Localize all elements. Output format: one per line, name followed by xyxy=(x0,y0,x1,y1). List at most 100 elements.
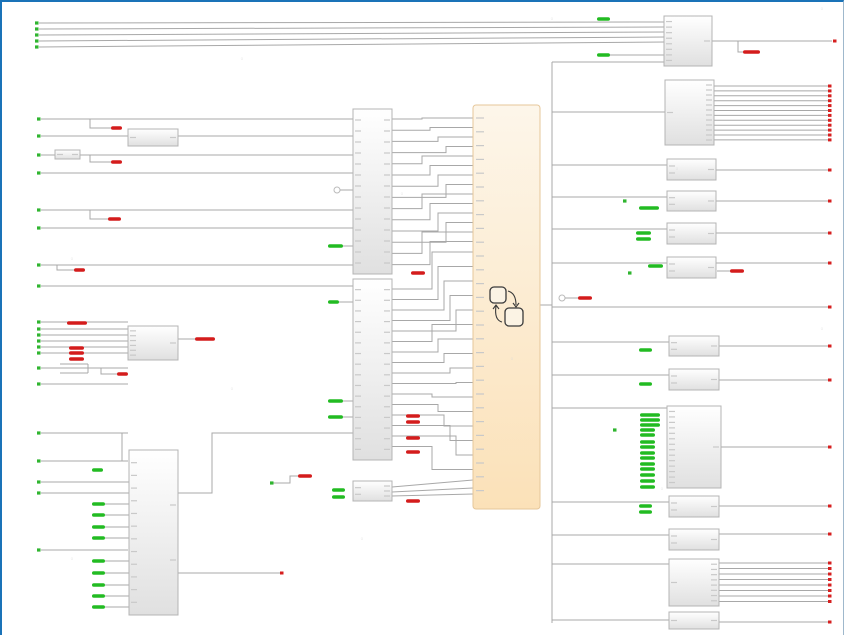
inport[interactable] xyxy=(35,33,39,37)
goto-tag[interactable] xyxy=(328,415,343,419)
goto-tag[interactable] xyxy=(92,536,105,540)
inport[interactable] xyxy=(37,333,41,337)
outport[interactable] xyxy=(828,620,832,624)
from-tag[interactable] xyxy=(406,414,420,418)
inport[interactable] xyxy=(37,284,41,288)
from-tag[interactable] xyxy=(743,50,760,54)
inport[interactable] xyxy=(37,320,41,324)
block-diagram[interactable]: ◦◦◦◦◦◦◦◦◦◦◦◦ xyxy=(2,2,844,637)
goto-tag[interactable] xyxy=(640,462,655,466)
from-tag[interactable] xyxy=(406,436,420,440)
goto-tag[interactable] xyxy=(640,485,655,489)
goto-tag[interactable] xyxy=(332,488,345,492)
goto-tag[interactable] xyxy=(92,468,103,472)
inport[interactable] xyxy=(37,345,41,349)
outport[interactable] xyxy=(828,94,832,98)
outport[interactable] xyxy=(828,168,832,172)
outport[interactable] xyxy=(828,99,832,103)
from-tag[interactable] xyxy=(730,269,744,273)
outport[interactable] xyxy=(828,305,832,309)
outport[interactable] xyxy=(280,571,284,575)
goto-tag[interactable] xyxy=(92,502,105,506)
from-tag[interactable] xyxy=(74,268,85,272)
inport[interactable] xyxy=(623,199,627,203)
inport[interactable] xyxy=(37,339,41,343)
outport[interactable] xyxy=(828,572,832,576)
inport[interactable] xyxy=(37,226,41,230)
outport[interactable] xyxy=(828,589,832,592)
goto-tag[interactable] xyxy=(92,605,105,609)
outport[interactable] xyxy=(828,578,832,581)
inport[interactable] xyxy=(37,327,41,331)
outport[interactable] xyxy=(828,344,832,348)
inport[interactable] xyxy=(37,263,41,267)
inport[interactable] xyxy=(37,459,41,463)
inport[interactable] xyxy=(35,39,39,43)
inport[interactable] xyxy=(270,481,274,485)
goto-tag[interactable] xyxy=(640,423,660,427)
goto-tag[interactable] xyxy=(640,473,655,477)
from-tag[interactable] xyxy=(406,499,420,503)
goto-tag[interactable] xyxy=(639,510,652,514)
from-tag[interactable] xyxy=(69,357,84,361)
goto-tag[interactable] xyxy=(92,594,105,598)
goto-tag[interactable] xyxy=(597,17,610,21)
goto-tag[interactable] xyxy=(92,525,105,529)
inport[interactable] xyxy=(613,428,617,432)
goto-tag[interactable] xyxy=(639,348,652,352)
from-tag[interactable] xyxy=(69,346,84,350)
from-tag[interactable] xyxy=(108,217,121,221)
goto-tag[interactable] xyxy=(332,495,345,499)
goto-tag[interactable] xyxy=(92,559,105,563)
from-tag[interactable] xyxy=(69,351,84,355)
goto-tag[interactable] xyxy=(328,399,343,403)
outport[interactable] xyxy=(828,561,832,565)
from-tag[interactable] xyxy=(117,372,128,376)
inport[interactable] xyxy=(35,27,39,31)
goto-tag[interactable] xyxy=(640,413,660,417)
outport[interactable] xyxy=(828,89,832,93)
inport[interactable] xyxy=(37,382,41,386)
goto-tag[interactable] xyxy=(639,504,652,508)
goto-tag[interactable] xyxy=(640,445,655,449)
outport[interactable] xyxy=(828,261,832,265)
inport[interactable] xyxy=(37,491,41,495)
inport[interactable] xyxy=(37,117,41,121)
goto-tag[interactable] xyxy=(640,440,655,444)
goto-tag[interactable] xyxy=(639,382,652,386)
from-tag[interactable] xyxy=(406,450,420,454)
inport[interactable] xyxy=(37,153,41,157)
outport[interactable] xyxy=(828,109,832,112)
outport[interactable] xyxy=(828,128,832,132)
outport[interactable] xyxy=(828,532,832,536)
inport[interactable] xyxy=(37,208,41,212)
goto-tag[interactable] xyxy=(639,206,659,210)
from-tag[interactable] xyxy=(67,321,87,325)
goto-tag[interactable] xyxy=(640,433,655,437)
from-tag[interactable] xyxy=(111,126,122,130)
outport[interactable] xyxy=(828,118,832,122)
inport[interactable] xyxy=(37,366,41,370)
inport[interactable] xyxy=(37,480,41,484)
goto-tag[interactable] xyxy=(636,237,651,241)
goto-tag[interactable] xyxy=(640,456,655,460)
outport[interactable] xyxy=(833,39,837,43)
inport[interactable] xyxy=(37,431,41,435)
inport[interactable] xyxy=(37,134,41,138)
inport[interactable] xyxy=(35,45,39,49)
from-tag[interactable] xyxy=(411,271,425,275)
outport[interactable] xyxy=(828,231,832,235)
outport[interactable] xyxy=(828,104,832,108)
inport[interactable] xyxy=(37,548,41,552)
goto-tag[interactable] xyxy=(92,571,105,575)
goto-tag[interactable] xyxy=(597,53,610,57)
stateflow-chart-block[interactable] xyxy=(472,104,541,510)
outport[interactable] xyxy=(828,567,832,570)
subsystem-block[interactable] xyxy=(666,405,722,489)
goto-tag[interactable] xyxy=(328,300,339,304)
outport[interactable] xyxy=(828,583,832,587)
inport[interactable] xyxy=(628,271,632,275)
goto-tag[interactable] xyxy=(640,418,660,422)
goto-tag[interactable] xyxy=(640,428,655,432)
outport[interactable] xyxy=(828,113,832,117)
